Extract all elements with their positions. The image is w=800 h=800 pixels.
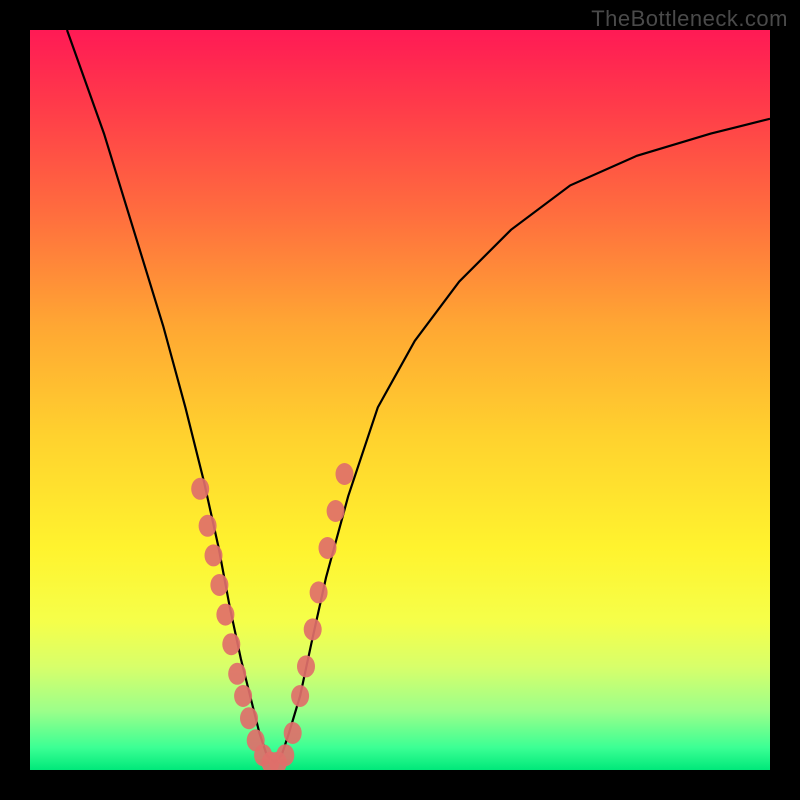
chart-frame: TheBottleneck.com <box>0 0 800 800</box>
highlight-marker <box>199 515 217 537</box>
bottleneck-curve-path <box>67 30 770 763</box>
bottleneck-curve-svg <box>30 30 770 770</box>
highlight-marker <box>284 722 302 744</box>
highlighted-points-group <box>191 463 353 770</box>
highlight-marker <box>310 581 328 603</box>
highlight-marker <box>228 663 246 685</box>
highlight-marker <box>234 685 252 707</box>
highlight-marker <box>240 707 258 729</box>
highlight-marker <box>205 544 223 566</box>
highlight-marker <box>210 574 228 596</box>
chart-plot-area <box>30 30 770 770</box>
highlight-marker <box>276 744 294 766</box>
highlight-marker <box>297 655 315 677</box>
highlight-marker <box>327 500 345 522</box>
highlight-marker <box>304 618 322 640</box>
highlight-marker <box>336 463 354 485</box>
highlight-marker <box>191 478 209 500</box>
highlight-marker <box>319 537 337 559</box>
highlight-marker <box>216 604 234 626</box>
watermark-text: TheBottleneck.com <box>591 6 788 32</box>
highlight-marker <box>222 633 240 655</box>
highlight-marker <box>291 685 309 707</box>
